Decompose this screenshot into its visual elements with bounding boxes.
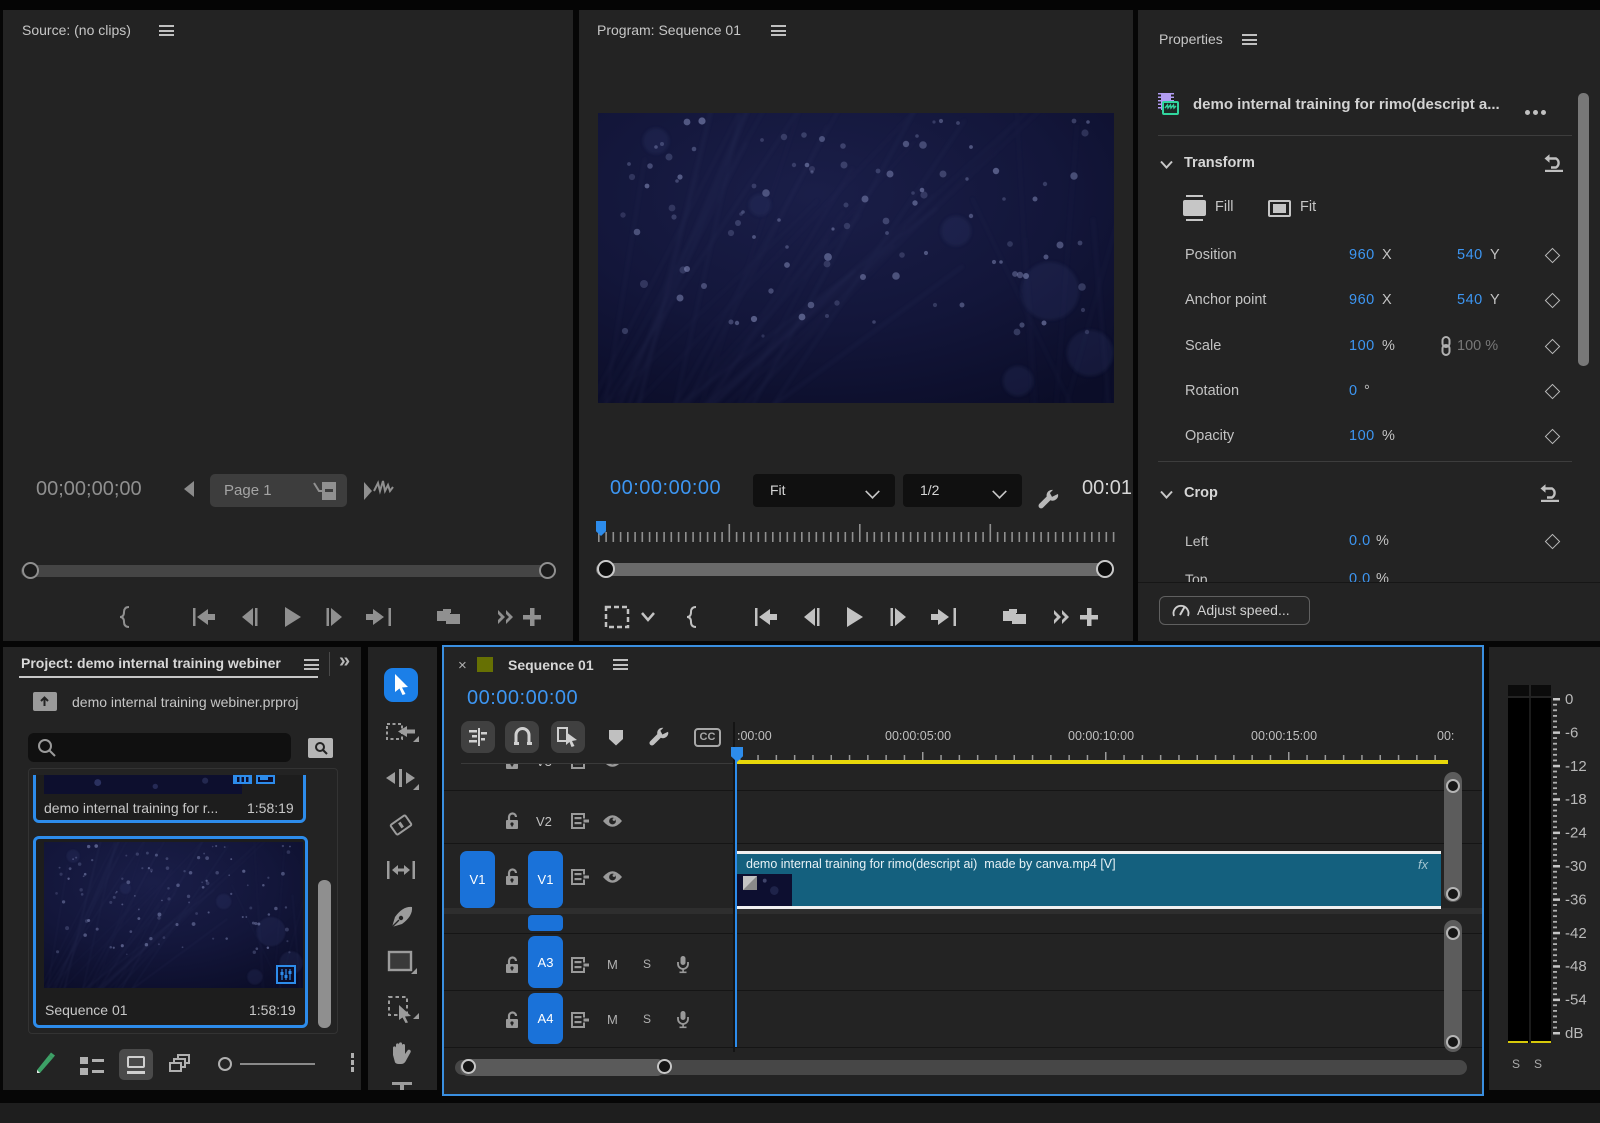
svg-text:-42: -42	[1565, 925, 1587, 942]
svg-text:-18: -18	[1565, 791, 1587, 808]
svg-text:dB: dB	[1565, 1025, 1583, 1042]
svg-text:-12: -12	[1565, 758, 1587, 775]
svg-text:-6: -6	[1565, 724, 1578, 741]
svg-text:-30: -30	[1565, 858, 1587, 875]
svg-text:-36: -36	[1565, 891, 1587, 908]
svg-text:-24: -24	[1565, 825, 1587, 842]
svg-text:-54: -54	[1565, 992, 1587, 1009]
svg-text:0: 0	[1565, 691, 1573, 708]
svg-text:-48: -48	[1565, 958, 1587, 975]
